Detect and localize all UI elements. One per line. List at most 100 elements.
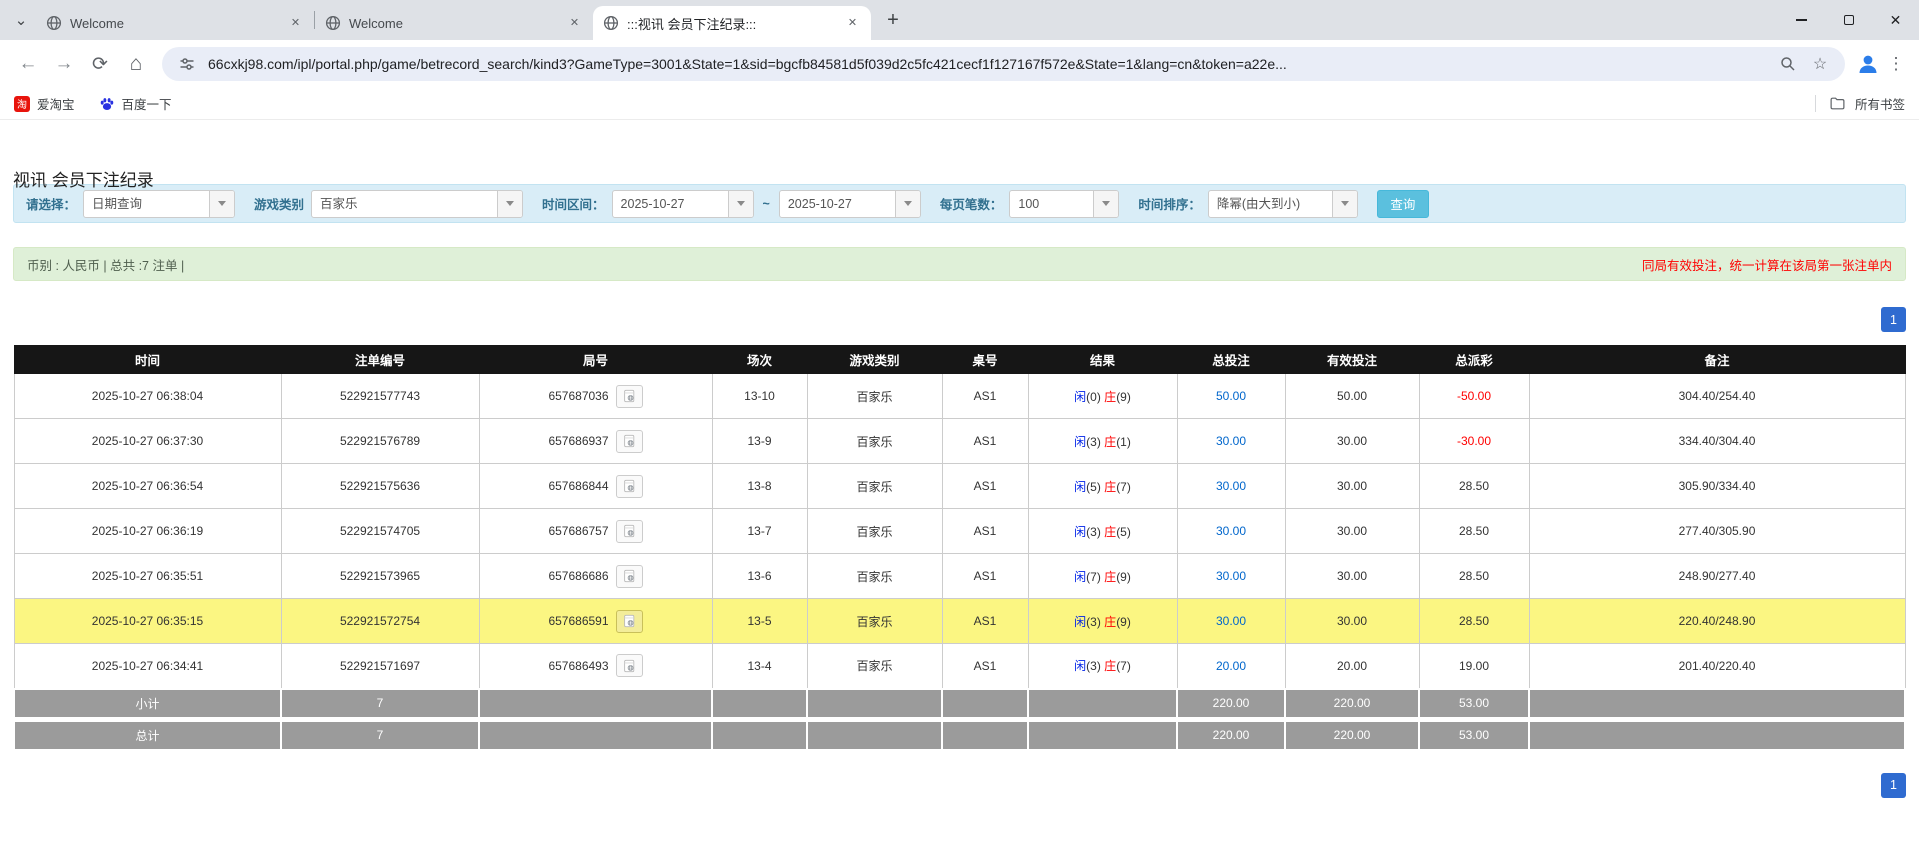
pagination-bottom: 1 bbox=[13, 773, 1906, 798]
cell-session: 13-6 bbox=[712, 554, 807, 599]
video-replay-button[interactable] bbox=[616, 430, 643, 453]
tab-close-icon[interactable]: ✕ bbox=[566, 15, 583, 32]
player-result: 闲 bbox=[1074, 615, 1086, 629]
banker-result: 庄 bbox=[1104, 390, 1116, 404]
all-bookmarks-label[interactable]: 所有书签 bbox=[1855, 94, 1905, 113]
chevron-down-icon[interactable] bbox=[895, 191, 920, 217]
search-button[interactable]: 查询 bbox=[1377, 190, 1429, 218]
total-bet-link[interactable]: 30.00 bbox=[1216, 524, 1246, 538]
baidu-icon bbox=[99, 96, 115, 112]
chevron-down-icon[interactable] bbox=[1093, 191, 1118, 217]
footer-cell: 总计 bbox=[14, 721, 281, 750]
minimize-button[interactable] bbox=[1778, 0, 1825, 40]
cell-round-id: 657686844 bbox=[479, 464, 712, 509]
cell-session: 13-9 bbox=[712, 419, 807, 464]
query-type-select[interactable]: 日期查询 bbox=[83, 190, 235, 218]
cell-remark: 277.40/305.90 bbox=[1529, 509, 1905, 554]
player-result: 闲 bbox=[1074, 390, 1086, 404]
tab[interactable]: Welcome✕ bbox=[315, 6, 593, 40]
cell-total-bet: 30.00 bbox=[1177, 599, 1285, 644]
column-header: 桌号 bbox=[942, 346, 1028, 374]
new-tab-button[interactable]: + bbox=[879, 6, 907, 34]
sort-value: 降幂(由大到小) bbox=[1209, 191, 1332, 217]
total-bet-link[interactable]: 30.00 bbox=[1216, 614, 1246, 628]
cell-valid-bet: 30.00 bbox=[1285, 599, 1419, 644]
page-size-select[interactable]: 100 bbox=[1009, 190, 1119, 218]
column-header: 有效投注 bbox=[1285, 346, 1419, 374]
chevron-down-icon[interactable] bbox=[497, 191, 522, 217]
footer-cell: 220.00 bbox=[1177, 721, 1285, 750]
tab-close-icon[interactable]: ✕ bbox=[844, 15, 861, 32]
chevron-down-icon[interactable] bbox=[209, 191, 234, 217]
select-type-label: 请选择： bbox=[26, 194, 76, 213]
folder-icon bbox=[1829, 95, 1846, 112]
bookmark-star-icon[interactable]: ☆ bbox=[1809, 54, 1831, 74]
game-type-value: 百家乐 bbox=[312, 191, 497, 217]
video-replay-button[interactable] bbox=[616, 654, 643, 677]
footer-cell: 7 bbox=[281, 721, 479, 750]
page-number-button[interactable]: 1 bbox=[1881, 307, 1906, 332]
tab-title: :::视讯 会员下注纪录::: bbox=[627, 14, 836, 33]
video-replay-button[interactable] bbox=[616, 610, 643, 633]
cell-result: 闲(3) 庄(1) bbox=[1028, 419, 1177, 464]
chevron-down-icon[interactable] bbox=[728, 191, 753, 217]
maximize-button[interactable] bbox=[1825, 0, 1872, 40]
date-from-select[interactable]: 2025-10-27 bbox=[612, 190, 754, 218]
url-text[interactable]: 66cxkj98.com/ipl/portal.php/game/betreco… bbox=[208, 56, 1767, 72]
tab[interactable]: Welcome ✕ bbox=[36, 6, 314, 40]
summary-bar: 币别 : 人民币 | 总共 :7 注单 | 同局有效投注，统一计算在该局第一张注… bbox=[13, 247, 1906, 281]
address-bar[interactable]: 66cxkj98.com/ipl/portal.php/game/betreco… bbox=[162, 47, 1845, 81]
round-id-text: 657687036 bbox=[548, 389, 608, 403]
cell-valid-bet: 30.00 bbox=[1285, 464, 1419, 509]
banker-result: 庄 bbox=[1104, 570, 1116, 584]
chevron-down-icon[interactable] bbox=[1332, 191, 1357, 217]
date-to-select[interactable]: 2025-10-27 bbox=[779, 190, 921, 218]
profile-avatar[interactable] bbox=[1853, 49, 1883, 79]
game-type-select[interactable]: 百家乐 bbox=[311, 190, 523, 218]
home-button[interactable]: ⌂ bbox=[118, 46, 154, 82]
cell-table-no: AS1 bbox=[942, 509, 1028, 554]
video-replay-button[interactable] bbox=[616, 520, 643, 543]
cell-game-type: 百家乐 bbox=[807, 644, 942, 689]
reload-button[interactable]: ⟳ bbox=[82, 46, 118, 82]
footer-cell bbox=[807, 721, 942, 750]
sort-select[interactable]: 降幂(由大到小) bbox=[1208, 190, 1358, 218]
tab-search-icon[interactable]: ⌄ bbox=[6, 6, 36, 34]
globe-favicon-icon bbox=[603, 15, 619, 31]
cell-round-id: 657687036 bbox=[479, 374, 712, 419]
total-bet-link[interactable]: 30.00 bbox=[1216, 434, 1246, 448]
site-settings-icon[interactable] bbox=[176, 56, 198, 72]
video-replay-button[interactable] bbox=[616, 565, 643, 588]
browser-menu-icon[interactable]: ⋮ bbox=[1883, 54, 1909, 74]
bookmark-label: 百度一下 bbox=[122, 94, 172, 113]
video-replay-button[interactable] bbox=[616, 385, 643, 408]
cell-payout: 28.50 bbox=[1419, 599, 1529, 644]
total-bet-link[interactable]: 50.00 bbox=[1216, 389, 1246, 403]
zoom-icon[interactable] bbox=[1777, 56, 1799, 72]
video-replay-button[interactable] bbox=[616, 475, 643, 498]
page-number-button[interactable]: 1 bbox=[1881, 773, 1906, 798]
close-window-button[interactable]: ✕ bbox=[1872, 0, 1919, 40]
tab-title: Welcome bbox=[70, 16, 279, 31]
total-bet-link[interactable]: 30.00 bbox=[1216, 569, 1246, 583]
tab-close-icon[interactable]: ✕ bbox=[287, 15, 304, 32]
back-button[interactable]: ← bbox=[10, 46, 46, 82]
footer-cell bbox=[479, 689, 712, 718]
cell-time: 2025-10-27 06:37:30 bbox=[14, 419, 281, 464]
round-id-wrap: 657686686 bbox=[548, 565, 642, 588]
cell-result: 闲(7) 庄(9) bbox=[1028, 554, 1177, 599]
forward-button[interactable]: → bbox=[46, 46, 82, 82]
total-bet-link[interactable]: 30.00 bbox=[1216, 479, 1246, 493]
date-range-tilde: ~ bbox=[763, 197, 770, 211]
bookmark-item[interactable]: 淘爱淘宝 bbox=[14, 94, 75, 113]
cell-total-bet: 30.00 bbox=[1177, 509, 1285, 554]
bookmark-item[interactable]: 百度一下 bbox=[99, 94, 172, 113]
total-bet-link[interactable]: 20.00 bbox=[1216, 659, 1246, 673]
cell-table-no: AS1 bbox=[942, 374, 1028, 419]
game-type-label: 游戏类别 bbox=[254, 194, 304, 213]
cell-round-id: 657686591 bbox=[479, 599, 712, 644]
tab-active[interactable]: :::视讯 会员下注纪录:::✕ bbox=[593, 6, 871, 40]
footer-cell: 220.00 bbox=[1285, 721, 1419, 750]
maximize-icon bbox=[1844, 15, 1854, 25]
footer-row: 总计7220.00220.0053.00 bbox=[14, 721, 1905, 750]
